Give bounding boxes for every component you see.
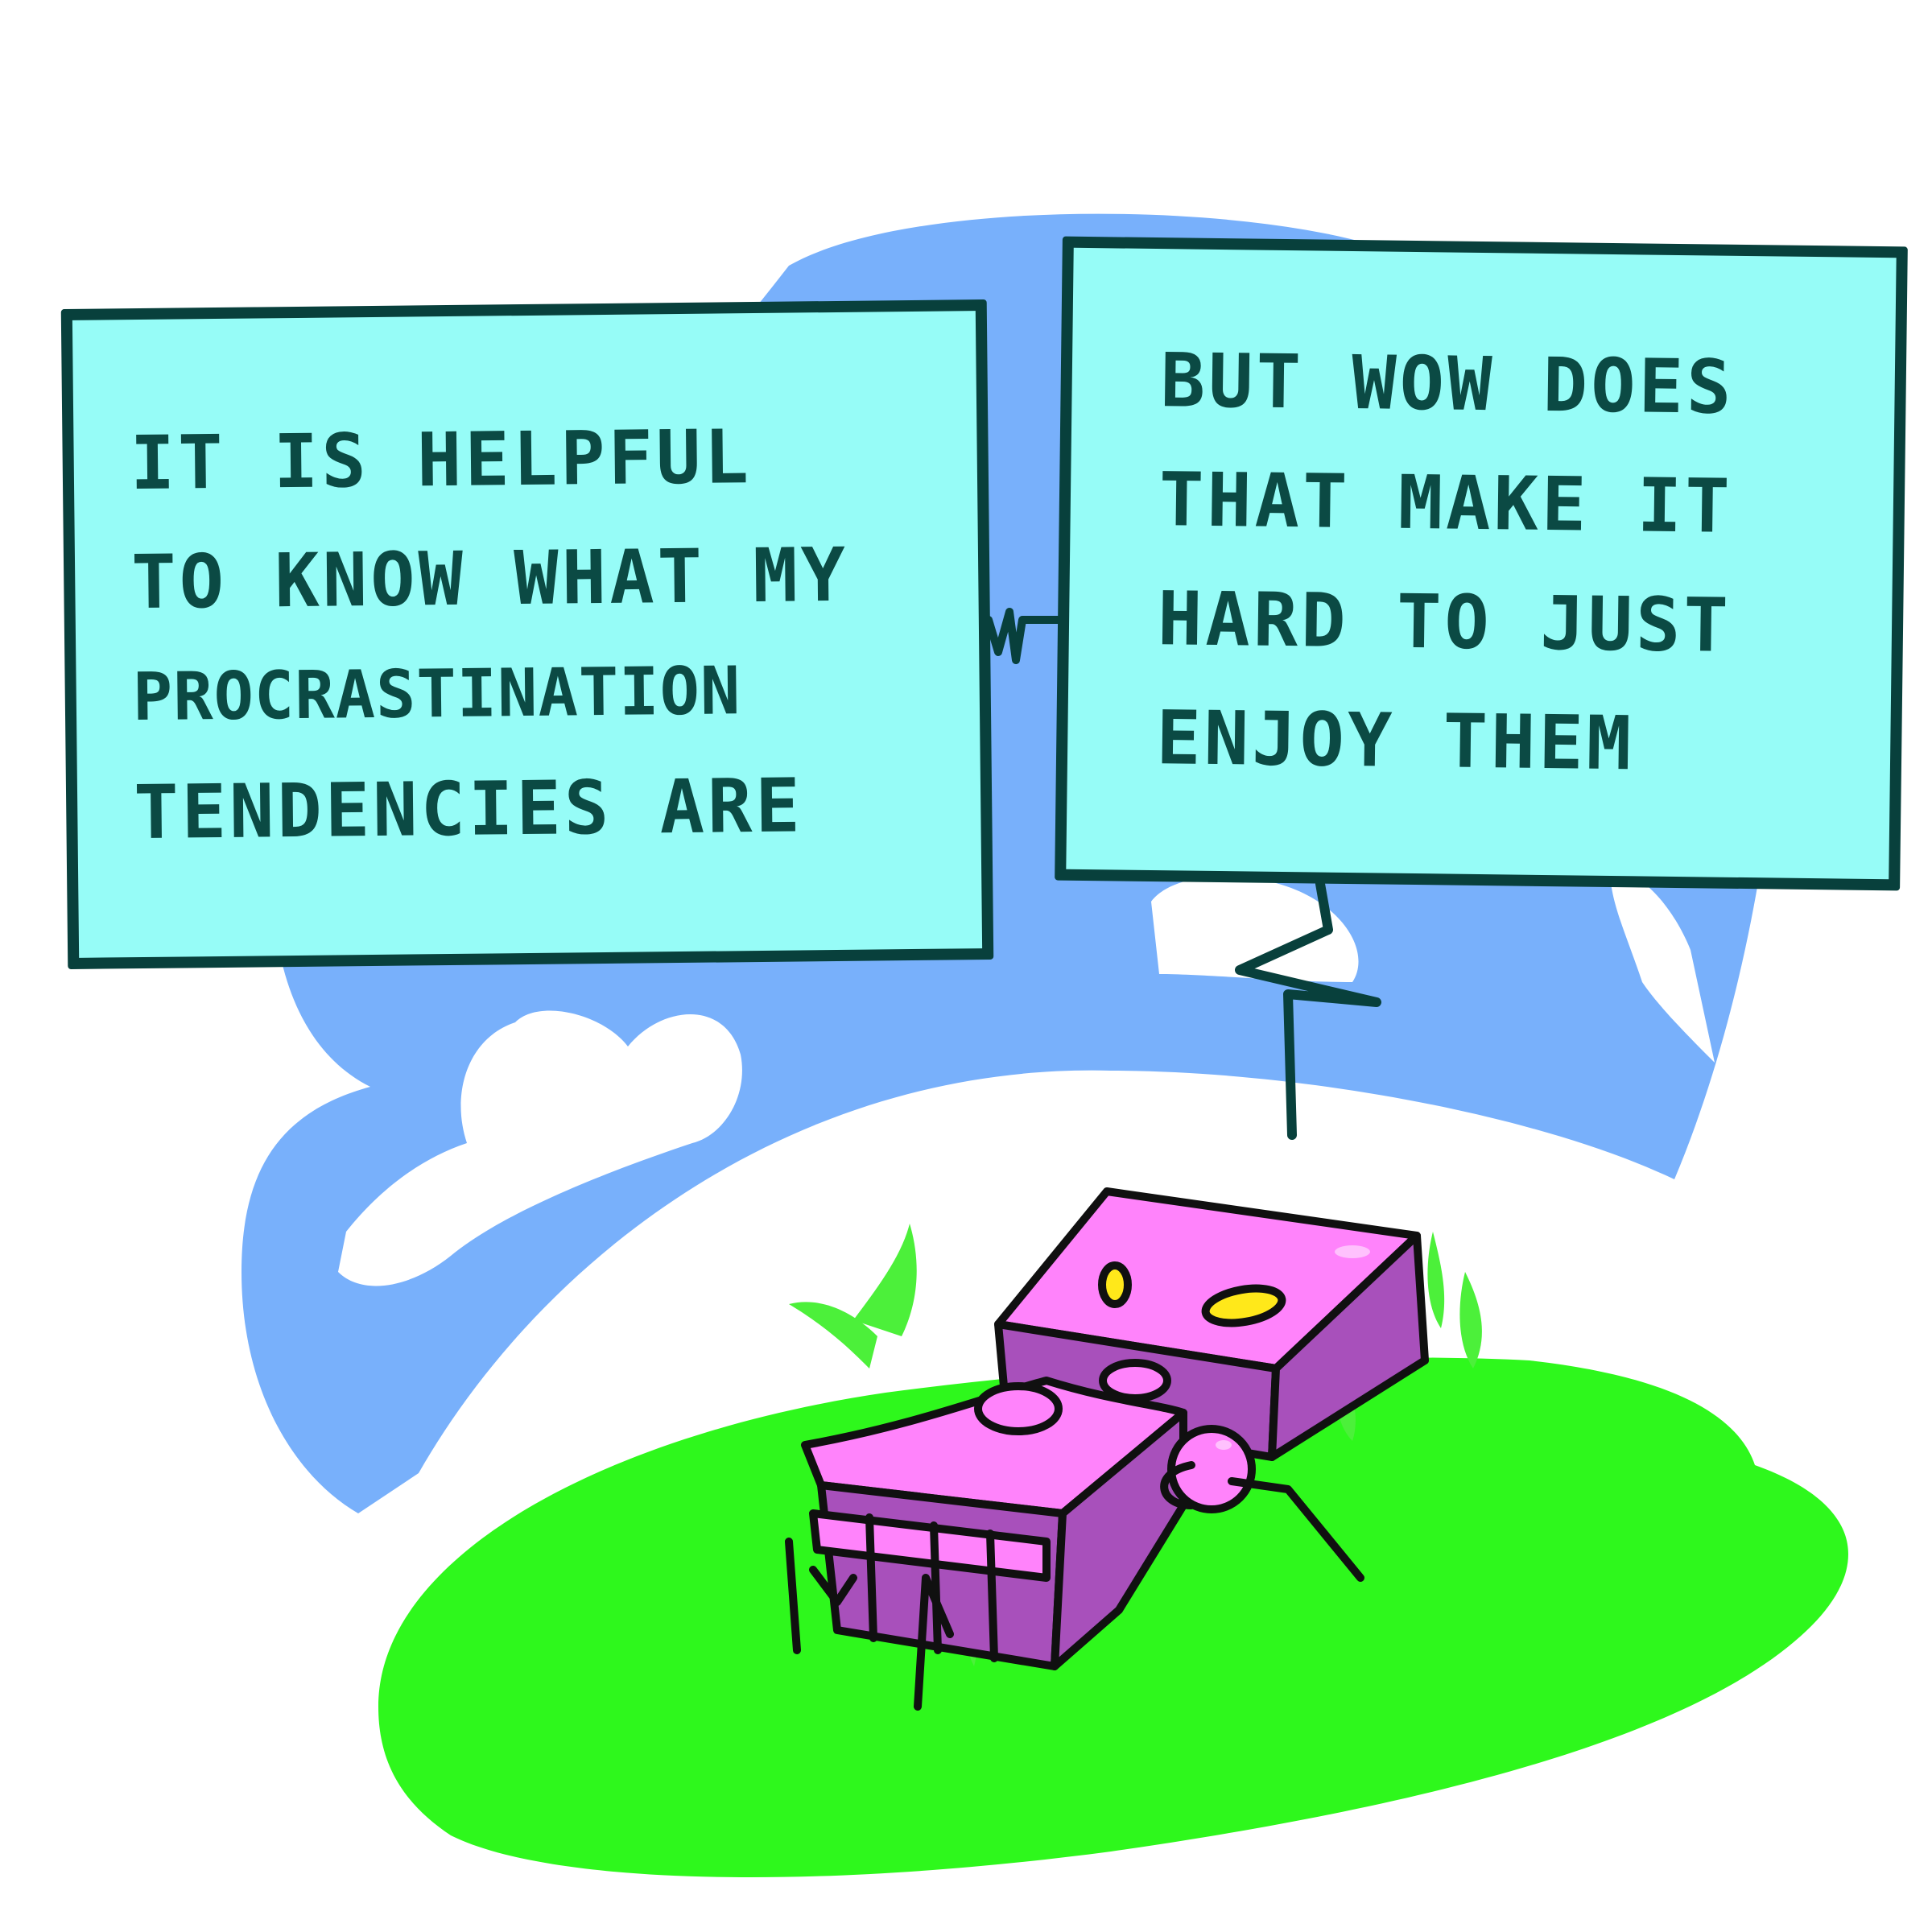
caption-line: BUT WOW DOES bbox=[1160, 337, 1736, 431]
caption-box-right: BUT WOW DOES THAT MAKE IT HARD TO JUST E… bbox=[1055, 236, 1908, 891]
caption-line: THAT MAKE IT bbox=[1158, 456, 1734, 550]
caption-line: IT IS HELPFUL bbox=[130, 414, 753, 507]
robot-neck-knob bbox=[1099, 1359, 1171, 1402]
caption-line: PROCRASTINATION bbox=[132, 653, 741, 737]
caption-box-left: IT IS HELPFUL TO KNOW WHAT MY PROCRASTIN… bbox=[60, 299, 994, 969]
caption-line: HARD TO JUST bbox=[1157, 576, 1732, 669]
caption-line: TENDENCIES ARE bbox=[133, 762, 804, 857]
caption-line: TO KNOW WHAT MY bbox=[130, 531, 849, 626]
robot-left-eye bbox=[1098, 1261, 1132, 1308]
robot-left-shoulder bbox=[974, 1382, 1063, 1435]
caption-line: ENJOY THEM bbox=[1155, 695, 1635, 787]
